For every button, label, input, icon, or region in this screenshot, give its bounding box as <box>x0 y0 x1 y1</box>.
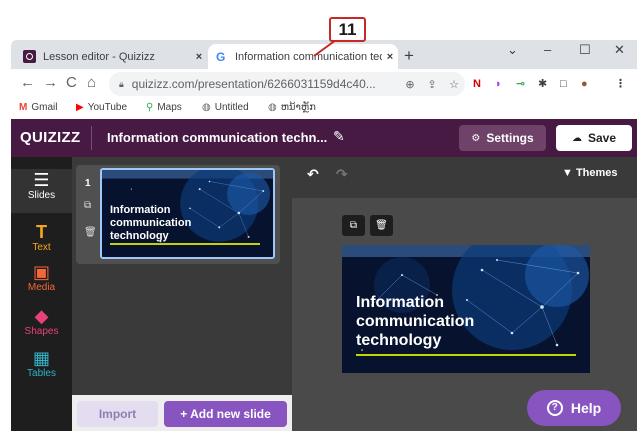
slide-panel-footer: Import + Add new slide <box>72 395 292 431</box>
bookmark-untitled[interactable]: ◍ Untitled <box>202 102 249 113</box>
bookmark-label: ຫນ້າຫຼັກ <box>280 102 316 113</box>
thumb-underline <box>110 243 260 245</box>
quizizz-logo[interactable]: QUIZIZZ <box>20 129 80 146</box>
shapes-icon: ◆ <box>34 306 49 326</box>
add-new-slide-button[interactable]: + Add new slide <box>164 401 287 427</box>
cloud-icon: ☁ <box>571 132 582 144</box>
tool-label: Text <box>32 242 51 253</box>
main-line-2: communication <box>356 313 475 331</box>
help-question-icon: ? <box>546 400 563 416</box>
tables-icon: ▦ <box>32 348 50 368</box>
shirt-icon: ▼ <box>562 167 573 179</box>
save-label: Save <box>587 131 617 145</box>
delete-element-icon[interactable]: 🗑︎ <box>370 215 393 236</box>
bookmark-maps[interactable]: ⚲ Maps <box>146 102 182 113</box>
settings-label: Settings <box>486 131 534 145</box>
bookmark-youtube[interactable]: ▶ YouTube <box>76 102 127 113</box>
gear-icon: ⚙ <box>471 132 481 144</box>
bookmark-lao-home[interactable]: ◍ ຫນ້າຫຼັກ <box>268 102 316 113</box>
main-slide-text[interactable]: Information communication technology <box>356 293 576 351</box>
slides-icon: ☰ <box>33 170 50 190</box>
quizizz-editor: QUIZIZZ Information communication techn.… <box>11 119 637 431</box>
globe-icon: ◍ <box>268 102 277 113</box>
slide-number: 1 <box>85 178 91 189</box>
settings-button[interactable]: ⚙ Settings <box>459 125 546 151</box>
thumb-line-3: technology <box>110 230 169 243</box>
tool-tables[interactable]: ▦ Tables <box>11 349 72 379</box>
thumbnail-slide-text: Information communication technology <box>110 204 270 244</box>
tool-slides[interactable]: ☰ Slides <box>11 169 72 213</box>
save-button[interactable]: ☁ Save <box>556 125 632 151</box>
help-button[interactable]: ? Help <box>527 390 621 426</box>
themes-label: Themes <box>575 167 618 179</box>
slide-thumbnail[interactable]: Information communication technology <box>100 168 275 259</box>
header-divider <box>91 126 92 150</box>
text-icon: T <box>36 222 47 242</box>
edit-title-pencil-icon[interactable]: ✎ <box>333 128 345 145</box>
slide-editor: ⧉ 🗑︎ Information communication technolog… <box>292 198 637 431</box>
media-icon: ▣ <box>32 262 50 282</box>
lock-icon: 🔒︎ <box>119 78 124 89</box>
bookmark-label: Maps <box>157 102 182 113</box>
main-line-3: technology <box>356 332 442 350</box>
bookmark-label: Untitled <box>214 102 249 113</box>
thumb-line-1: Information <box>110 204 171 216</box>
youtube-icon: ▶ <box>76 102 84 113</box>
bookmark-gmail[interactable]: M Gmail <box>19 102 57 113</box>
gmail-icon: M <box>19 102 28 113</box>
globe-icon: ◍ <box>202 102 211 113</box>
bookmarks-bar: M Gmail ▶ YouTube ⚲ Maps ◍ Untitled ◍ ຫນ… <box>11 99 637 119</box>
browser-window: Lesson editor - Quizizz × G Information … <box>11 40 637 431</box>
presentation-title[interactable]: Information communication techn... <box>107 130 327 145</box>
delete-slide-icon[interactable]: 🗑︎ <box>84 227 97 238</box>
callout-pointer <box>313 39 337 57</box>
app-header: QUIZIZZ Information communication techn.… <box>11 119 637 157</box>
maps-icon: ⚲ <box>146 102 154 113</box>
tool-label: Slides <box>27 190 56 201</box>
tool-shapes[interactable]: ◆ Shapes <box>11 307 72 337</box>
help-label: Help <box>570 400 602 416</box>
main-slide-canvas[interactable]: Information communication technology <box>342 245 590 373</box>
redo-icon[interactable]: ↷ <box>336 166 348 183</box>
screenshot: 11 Lesson editor - Quizizz × G Informati… <box>0 0 637 431</box>
slide-canvas-area: ↶ ↷ ▼ Themes ⧉ 🗑︎ Information communicat… <box>292 157 637 431</box>
bookmark-label: YouTube <box>87 102 127 113</box>
main-slide-underline <box>356 354 576 356</box>
tool-label: Media <box>27 282 56 293</box>
thumb-line-2: communication <box>110 217 192 230</box>
themes-button[interactable]: ▼ Themes <box>562 167 618 179</box>
duplicate-slide-icon[interactable]: ⧉ <box>84 200 91 211</box>
undo-icon[interactable]: ↶ <box>307 166 319 183</box>
duplicate-element-icon[interactable]: ⧉ <box>342 215 365 236</box>
slide-thumbnail-card[interactable]: 1 ⧉ 🗑︎ Information communication technol… <box>76 165 280 264</box>
editor-tool-sidebar: ☰ Slides T Text ▣ Media ◆ Shapes ▦ Table… <box>11 157 72 431</box>
tool-text[interactable]: T Text <box>11 223 72 253</box>
tool-label: Shapes <box>24 326 59 337</box>
annotation-callout: 11 <box>329 17 366 42</box>
main-line-1: Information <box>356 294 444 311</box>
tool-label: Tables <box>27 368 56 379</box>
bookmark-label: Gmail <box>31 102 58 113</box>
import-button[interactable]: Import <box>77 401 158 427</box>
tool-media[interactable]: ▣ Media <box>11 263 72 293</box>
slide-list-panel: 1 ⧉ 🗑︎ Information communication technol… <box>72 157 292 431</box>
